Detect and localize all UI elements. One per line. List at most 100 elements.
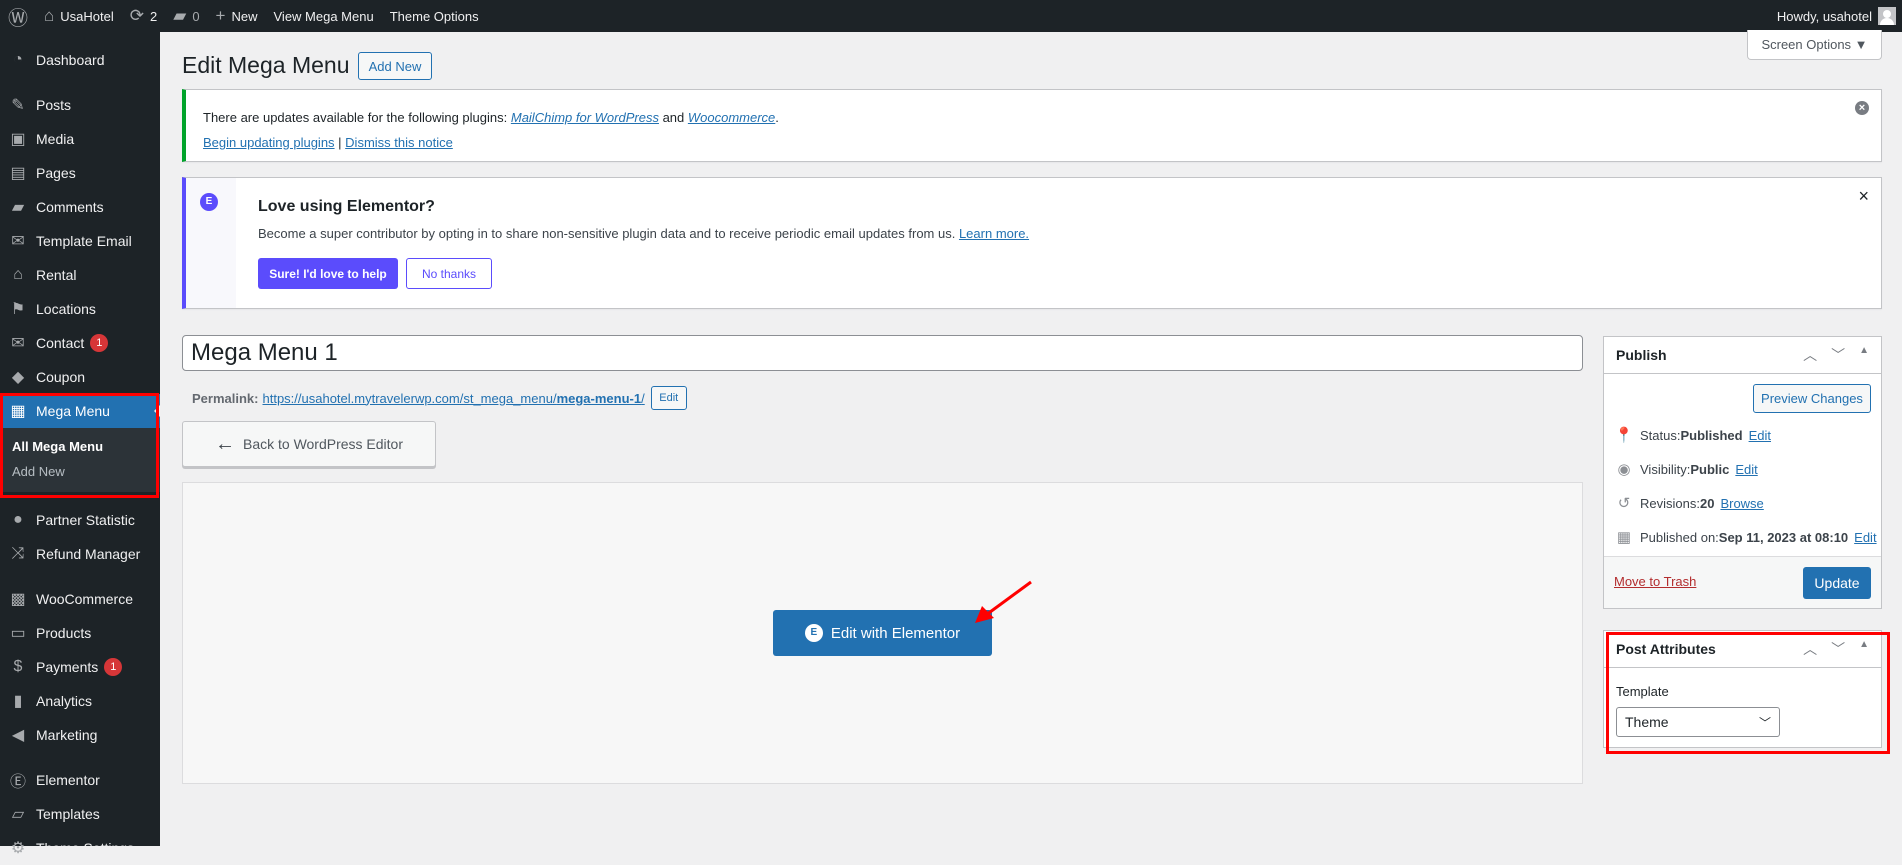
- begin-updating-link[interactable]: Begin updating plugins: [203, 135, 335, 150]
- published-value: Sep 11, 2023 at 08:10: [1718, 529, 1849, 545]
- separator: |: [334, 135, 346, 150]
- view-mega-menu-link[interactable]: View Mega Menu: [266, 0, 382, 32]
- permalink-edit-button[interactable]: Edit: [650, 386, 687, 410]
- status-edit-link[interactable]: Edit: [1749, 428, 1771, 443]
- chevron-up-icon[interactable]: ︿: [1803, 639, 1817, 659]
- submenu-item[interactable]: All Mega Menu: [0, 434, 160, 459]
- new-link[interactable]: + New: [208, 0, 266, 32]
- wp-logo[interactable]: Ⓦ: [0, 0, 36, 32]
- theme-options-link[interactable]: Theme Options: [382, 0, 487, 32]
- move-to-trash-link[interactable]: Move to Trash: [1614, 574, 1696, 589]
- learn-more-link[interactable]: Learn more.: [959, 226, 1029, 241]
- admin-sidebar: ◔ Dashboard ✎ Posts ▣ Media ▤ Pages ▰ Comments ✉ Te…: [0, 32, 160, 857]
- sidebar-item-payments[interactable]: $ Payments 1: [0, 650, 160, 684]
- template-select[interactable]: Theme ﹀: [1616, 707, 1780, 737]
- published-row: ▦ Published on: Sep 11, 2023 at 08:10 Edit: [1614, 528, 1877, 546]
- sidebar-item-posts[interactable]: ✎ Posts: [0, 88, 160, 122]
- screen-options-button[interactable]: Screen Options ▼: [1747, 30, 1882, 60]
- permalink-end: /: [641, 390, 645, 406]
- back-to-wordpress-editor-button[interactable]: ← Back to WordPress Editor: [182, 421, 436, 467]
- page-title: Edit Mega Menu: [182, 52, 350, 78]
- plus-icon: +: [215, 6, 226, 25]
- update-button[interactable]: Update: [1803, 567, 1871, 599]
- sidebar-item-mega-menu[interactable]: ▦ Mega Menu: [0, 394, 160, 428]
- sidebar-item-theme-settings[interactable]: ⚙ Theme Settings: [0, 831, 160, 865]
- mailchimp-link[interactable]: MailChimp for WordPress: [511, 110, 659, 125]
- sidebar-item-label: Media: [36, 131, 75, 147]
- sidebar-item-contact[interactable]: ✉ Contact 1: [0, 326, 160, 360]
- sidebar-item-templates[interactable]: ▱ Templates: [0, 797, 160, 831]
- and-text: and: [658, 110, 688, 125]
- sidebar-item-label: Marketing: [36, 727, 98, 743]
- revisions-value: 20: [1699, 495, 1715, 511]
- sidebar-item-marketing[interactable]: ◀ Marketing: [0, 718, 160, 752]
- opt-in-button[interactable]: Sure! I'd love to help: [258, 258, 398, 289]
- published-edit-link[interactable]: Edit: [1854, 530, 1876, 545]
- sidebar-item-elementor[interactable]: Ⓔ Elementor: [0, 763, 160, 797]
- sidebar-item-template-email[interactable]: ✉ Template Email: [0, 224, 160, 258]
- sidebar-item-woocommerce[interactable]: ▩ WooCommerce: [0, 582, 160, 616]
- sidebar-item-coupon[interactable]: ◆ Coupon: [0, 360, 160, 394]
- elementor-notice: E Love using Elementor? Become a super c…: [182, 177, 1882, 309]
- sidebar-item-pages[interactable]: ▤ Pages: [0, 156, 160, 190]
- chevron-up-icon[interactable]: ︿: [1803, 345, 1817, 365]
- sidebar-item-label: Contact: [36, 335, 85, 351]
- theme-settings-icon: ⚙: [10, 840, 26, 857]
- post-title-input[interactable]: [182, 335, 1583, 371]
- woocommerce-icon: ▩: [10, 591, 26, 608]
- sidebar-item-rental[interactable]: ⌂ Rental: [0, 258, 160, 292]
- toggle-arrow-icon[interactable]: ▲: [1859, 345, 1869, 365]
- sidebar-item-label: Pages: [36, 165, 76, 181]
- refresh-icon: ⟳: [129, 6, 144, 25]
- toggle-arrow-icon[interactable]: ▲: [1859, 639, 1869, 659]
- sidebar-item-partner-statistic[interactable]: ● Partner Statistic: [0, 503, 160, 537]
- chevron-down-icon[interactable]: ﹀: [1831, 345, 1845, 365]
- permalink-link[interactable]: https://usahotel.mytravelerwp.com/st_meg…: [262, 391, 644, 406]
- sidebar-item-label: Templates: [36, 806, 100, 822]
- notice-body: Become a super contributor by opting in …: [258, 226, 959, 241]
- browse-revisions-link[interactable]: Browse: [1720, 496, 1763, 511]
- refund-manager-icon: ⤨: [11, 545, 25, 562]
- sidebar-item-locations[interactable]: ⚑ Locations: [0, 292, 160, 326]
- sidebar-item-media[interactable]: ▣ Media: [0, 122, 160, 156]
- comment-icon: ▰: [173, 6, 187, 25]
- sidebar-item-dashboard[interactable]: ◔ Dashboard: [0, 43, 160, 77]
- publish-footer: Move to Trash Update: [1604, 556, 1881, 608]
- close-icon[interactable]: ×: [1858, 186, 1869, 207]
- sidebar-item-refund-manager[interactable]: ⤨ Refund Manager: [0, 537, 160, 571]
- mega-menu-icon: ▦: [10, 403, 26, 420]
- sidebar-item-label: Mega Menu: [36, 403, 110, 419]
- dismiss-notice-link[interactable]: Dismiss this notice: [345, 135, 453, 150]
- elementor-notice-title: Love using Elementor?: [258, 198, 435, 215]
- howdy-text: Howdy, usahotel: [1776, 8, 1872, 24]
- my-account[interactable]: Howdy, usahotel: [1777, 7, 1902, 25]
- no-thanks-button[interactable]: No thanks: [406, 258, 492, 289]
- arrow-left-icon: ←: [214, 432, 235, 455]
- submenu-item[interactable]: Add New: [0, 459, 160, 484]
- elementor-icon: Ⓔ: [9, 774, 26, 791]
- dismiss-circle-icon[interactable]: ×: [1855, 101, 1869, 115]
- sidebar-item-label: Rental: [36, 267, 77, 283]
- add-new-button[interactable]: Add New: [358, 52, 432, 80]
- pages-icon: ▤: [10, 165, 26, 182]
- sidebar-item-products[interactable]: ▭ Products: [0, 616, 160, 650]
- contact-icon: ✉: [11, 335, 25, 352]
- comments-link[interactable]: ▰ 0: [165, 0, 207, 32]
- visibility-edit-link[interactable]: Edit: [1735, 462, 1757, 477]
- preview-changes-button[interactable]: Preview Changes: [1753, 384, 1871, 413]
- sidebar-item-label: Locations: [36, 301, 96, 317]
- red-arrow-annotation: [975, 580, 1032, 623]
- analytics-icon: ▮: [13, 693, 23, 710]
- status-row: 📍 Status: Published Edit: [1614, 426, 1771, 444]
- chevron-down-icon[interactable]: ﹀: [1831, 639, 1845, 659]
- notification-badge: 1: [90, 334, 109, 352]
- visibility-value: Public: [1690, 461, 1730, 477]
- updates-link[interactable]: ⟳ 2: [122, 0, 165, 32]
- sidebar-item-label: Partner Statistic: [36, 512, 135, 528]
- sidebar-item-label: Elementor: [36, 772, 100, 788]
- posts-icon: ✎: [11, 97, 25, 114]
- sidebar-item-comments[interactable]: ▰ Comments: [0, 190, 160, 224]
- woocommerce-link[interactable]: Woocommerce: [688, 110, 775, 125]
- site-name-link[interactable]: ⌂ UsaHotel: [36, 0, 122, 32]
- sidebar-item-analytics[interactable]: ▮ Analytics: [0, 684, 160, 718]
